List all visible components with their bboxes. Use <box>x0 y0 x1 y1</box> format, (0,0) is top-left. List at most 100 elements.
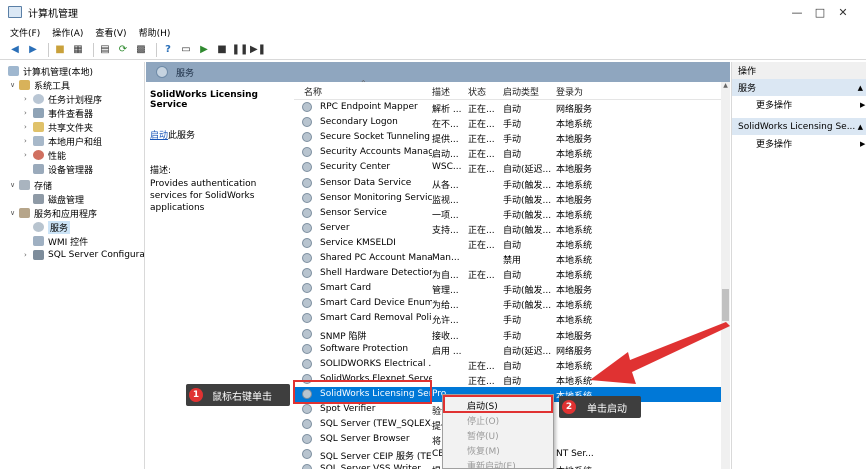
chevron-down-icon[interactable]: ∨ <box>10 81 19 89</box>
tree-node-services[interactable]: 服务 <box>33 220 71 234</box>
column-header-name[interactable]: 名称 <box>304 85 322 98</box>
cell-logon: 本地系统 <box>556 180 593 191</box>
console-tree-icon[interactable]: ▦ <box>71 43 85 57</box>
tree-node-services-and-apps[interactable]: ∨ 服务和应用程序 <box>10 206 97 220</box>
cell-name: SQL Server Browser <box>320 434 410 445</box>
cell-desc: 解析 ... <box>432 105 462 115</box>
cell-status: 正在... <box>468 120 495 131</box>
scrollbar-thumb[interactable] <box>722 289 729 321</box>
gear-icon <box>302 464 312 469</box>
menu-action[interactable]: 操作(A) <box>52 26 83 39</box>
menu-view[interactable]: 查看(V) <box>95 26 126 39</box>
chevron-down-icon[interactable]: ∨ <box>10 209 19 217</box>
table-row[interactable]: Smart Card Device Enum... 为给... 手动(触发... 本地… <box>294 296 721 311</box>
start-service-link[interactable]: 启动 <box>150 131 168 141</box>
menu-item-stop[interactable]: 停止(O) <box>467 413 499 427</box>
table-row[interactable]: Shell Hardware Detection 为自... 正在... 自动 本地系统 <box>294 266 721 281</box>
annotation-step1-text: 鼠标右键单击 <box>212 391 272 403</box>
restart-service-icon[interactable]: ▶❚ <box>250 43 266 57</box>
show-hide-action-pane-icon[interactable]: ▭ <box>179 43 193 57</box>
cell-status: 正在... <box>468 150 495 161</box>
gear-icon <box>302 434 312 445</box>
more-actions-services[interactable]: 更多操作 ▶ <box>756 97 865 112</box>
tree-node-task-scheduler[interactable]: › 任务计划程序 <box>24 92 102 106</box>
tree-node-wmi-control[interactable]: WMI 控件 <box>33 234 88 248</box>
collapse-icon[interactable]: ▲ <box>858 84 863 92</box>
column-header-startup-type[interactable]: 启动类型 <box>503 85 539 98</box>
cell-logon: NT Ser... <box>556 449 594 460</box>
start-service-line: 启动此服务 <box>150 128 288 141</box>
menu-help[interactable]: 帮助(H) <box>139 26 171 39</box>
menu-item-restart[interactable]: 重新启动(E) <box>467 458 516 469</box>
chevron-right-icon[interactable]: › <box>24 95 33 103</box>
table-row[interactable]: Shared PC Account Mana... Man... 禁用 本地系统 <box>294 251 721 266</box>
table-row[interactable]: Sensor Data Service 从各... 手动(触发... 本地系统 <box>294 176 721 191</box>
stop-service-icon[interactable]: ■ <box>215 43 229 57</box>
cell-desc: 提供... <box>432 135 459 146</box>
cell-name: SNMP 陷阱 <box>320 331 367 342</box>
scroll-up-icon[interactable]: ▲ <box>721 82 730 92</box>
cell-name: Secure Socket Tunneling ... <box>320 132 432 143</box>
cell-name: SQL Server CEIP 服务 (TE... <box>320 452 432 463</box>
tree-node-sql-server-config[interactable]: › SQL Server Configura <box>24 248 144 262</box>
console-tree: 计算机管理(本地) ∨ 系统工具 › 任务计划程序 › 事件查看器 › 共享文件… <box>4 62 145 469</box>
collapse-icon[interactable]: ▲ <box>858 123 863 131</box>
properties-icon[interactable]: ▤ <box>98 43 112 57</box>
services-header-title: 服务 <box>176 68 195 79</box>
refresh-icon[interactable]: ⟳ <box>116 43 130 57</box>
chevron-down-icon[interactable]: ∨ <box>10 181 19 189</box>
table-row[interactable]: Secure Socket Tunneling ... 提供... 正在... 手动 本… <box>294 130 721 145</box>
chevron-right-icon[interactable]: › <box>24 137 33 145</box>
column-header-description[interactable]: 描述 <box>432 85 450 98</box>
tree-node-event-viewer[interactable]: › 事件查看器 <box>24 106 93 120</box>
actions-header-label: 操作 <box>738 67 757 77</box>
table-row[interactable]: Sensor Monitoring Service 监视... 手动(触发... 本地… <box>294 191 721 206</box>
table-row[interactable]: Security Accounts Manag... 启动... 正在... 自动 本地… <box>294 145 721 160</box>
column-header-log-on-as[interactable]: 登录为 <box>556 85 583 98</box>
more-actions-selected-service[interactable]: 更多操作 ▶ <box>756 136 865 151</box>
storage-icon <box>19 180 30 190</box>
up-folder-icon[interactable]: ■ <box>53 43 67 57</box>
table-row[interactable]: Service KMSELDI 正在... 自动 本地系统 <box>294 236 721 251</box>
chevron-right-icon[interactable]: › <box>24 251 33 259</box>
table-row[interactable]: Server 支持... 正在... 自动(触发... 本地系统 <box>294 221 721 236</box>
menu-item-pause[interactable]: 暂停(U) <box>467 428 499 442</box>
disk-icon <box>33 194 44 204</box>
menu-item-resume[interactable]: 恢复(M) <box>467 443 500 457</box>
cell-desc: Man... <box>432 253 460 263</box>
actions-section-services[interactable]: 服务 ▲ <box>732 79 866 96</box>
toolbar-separator <box>48 42 49 57</box>
gear-icon <box>302 358 312 369</box>
chevron-right-icon[interactable]: › <box>24 123 33 131</box>
menu-file[interactable]: 文件(F) <box>10 26 40 39</box>
highlight-selected-row <box>293 380 432 404</box>
chevron-right-icon[interactable]: › <box>24 151 33 159</box>
help-icon[interactable]: ? <box>161 43 175 57</box>
toolbar: ◀ ▶ ■ ▦ ▤ ⟳ ▩ ? ▭ ▶ ■ ❚❚ ▶❚ <box>0 40 866 60</box>
table-row[interactable]: RPC Endpoint Mapper 解析 ... 正在... 自动 网络服务 <box>294 100 721 115</box>
table-row[interactable]: Sensor Service 一项... 手动(触发... 本地系统 <box>294 206 721 221</box>
tree-node-disk-management[interactable]: 磁盘管理 <box>33 192 84 206</box>
back-arrow-icon[interactable]: ◀ <box>8 43 22 57</box>
chevron-right-icon[interactable]: › <box>24 109 33 117</box>
tree-node-system-tools[interactable]: ∨ 系统工具 <box>10 78 70 92</box>
tree-node-shared-folders[interactable]: › 共享文件夹 <box>24 120 93 134</box>
start-service-icon[interactable]: ▶ <box>197 43 211 57</box>
close-button[interactable]: ✕ <box>820 0 866 24</box>
actions-section-selected-service[interactable]: SolidWorks Licensing Se... ▲ <box>732 118 866 135</box>
cell-name: Smart Card Device Enum... <box>320 298 432 309</box>
export-list-icon[interactable]: ▩ <box>134 43 148 57</box>
forward-arrow-icon[interactable]: ▶ <box>26 43 40 57</box>
tree-node-local-users-groups[interactable]: › 本地用户和组 <box>24 134 102 148</box>
cell-name: Security Accounts Manag... <box>320 147 432 158</box>
vertical-scrollbar[interactable]: ▲ <box>721 82 730 469</box>
pause-service-icon[interactable]: ❚❚ <box>232 43 249 57</box>
tree-node-performance[interactable]: › 性能 <box>24 148 66 162</box>
tree-node-computer-management[interactable]: 计算机管理(本地) <box>8 64 93 78</box>
table-row[interactable]: Security Center WSC... 正在... 自动(延迟... 本地服务 <box>294 160 721 175</box>
table-row[interactable]: Smart Card 管理... 手动(触发... 本地服务 <box>294 281 721 296</box>
table-row[interactable]: Secondary Logon 在不... 正在... 手动 本地系统 <box>294 115 721 130</box>
column-header-status[interactable]: 状态 <box>468 85 486 98</box>
tree-node-device-manager[interactable]: 设备管理器 <box>33 162 93 176</box>
tree-node-storage[interactable]: ∨ 存储 <box>10 178 52 192</box>
